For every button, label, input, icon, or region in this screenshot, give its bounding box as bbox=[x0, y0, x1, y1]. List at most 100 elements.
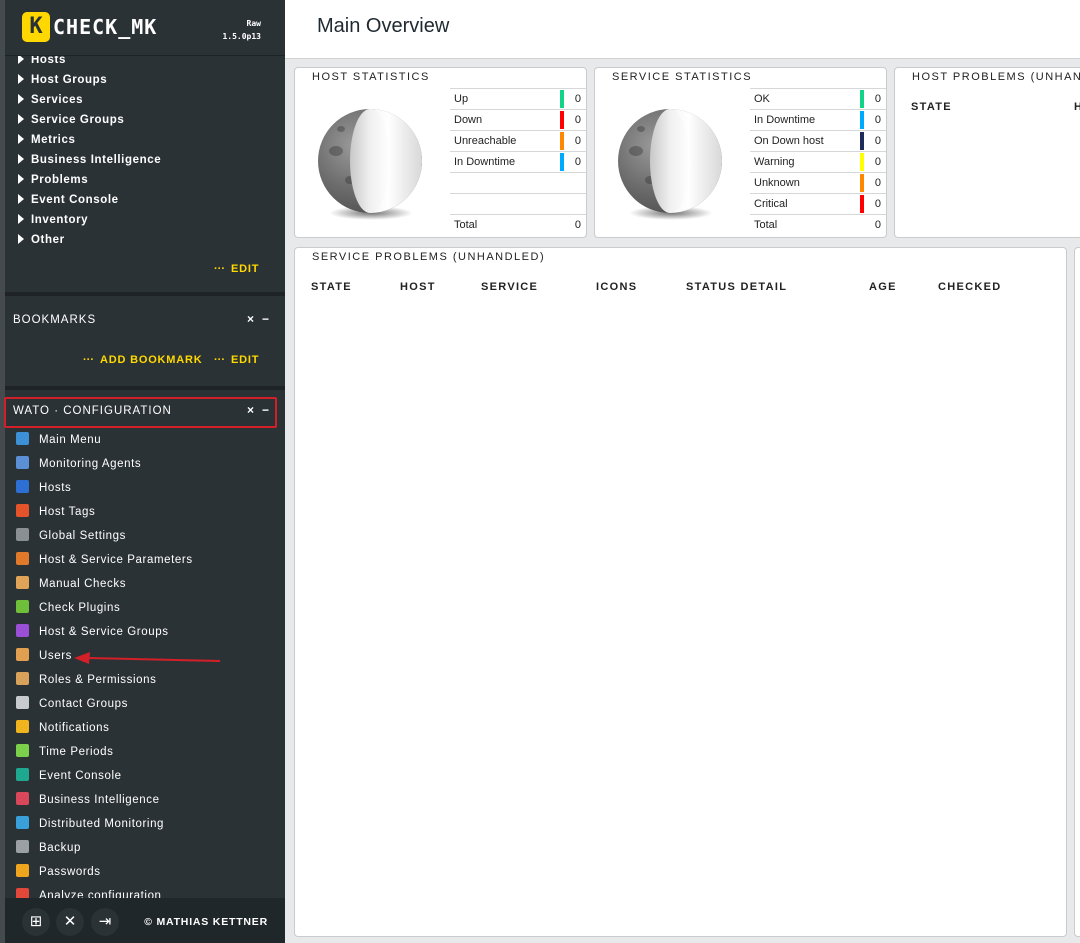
wato-item-notifications[interactable]: Notifications bbox=[16, 716, 276, 740]
view-item-service-groups[interactable]: Service Groups bbox=[18, 110, 268, 130]
triangle-right-icon bbox=[18, 194, 24, 204]
logo-text[interactable]: CHECK_MK bbox=[53, 15, 157, 39]
dashlet-title[interactable]: SERVICE STATISTICS bbox=[612, 71, 752, 83]
view-item-event-console[interactable]: Event Console bbox=[18, 190, 268, 210]
wato-item-distributed-monitoring[interactable]: Distributed Monitoring bbox=[16, 812, 276, 836]
bookmarks-title[interactable]: BOOKMARKS bbox=[13, 314, 96, 326]
wato-item-global-settings[interactable]: Global Settings bbox=[16, 524, 276, 548]
triangle-right-icon bbox=[18, 174, 24, 184]
stat-row-total[interactable]: Total 0 bbox=[450, 215, 586, 235]
logout-icon[interactable]: ⇥ bbox=[91, 908, 119, 936]
host-stats-globe[interactable] bbox=[317, 106, 423, 220]
gear-icon bbox=[16, 528, 29, 541]
view-item-problems[interactable]: Problems bbox=[18, 170, 268, 190]
wato-item-manual-checks[interactable]: Manual Checks bbox=[16, 572, 276, 596]
column-header-icons[interactable]: ICONS bbox=[596, 281, 637, 293]
view-item-inventory[interactable]: Inventory bbox=[18, 210, 268, 230]
view-label: Problems bbox=[31, 174, 89, 186]
wato-item-host-service-groups[interactable]: Host & Service Groups bbox=[16, 620, 276, 644]
wato-item-backup[interactable]: Backup bbox=[16, 836, 276, 860]
stat-label: Up bbox=[454, 93, 469, 105]
status-bar bbox=[560, 90, 564, 108]
triangle-right-icon bbox=[18, 114, 24, 124]
bookmarks-edit-link[interactable]: ··· EDIT bbox=[214, 354, 259, 366]
stat-row-critical[interactable]: Critical 0 bbox=[750, 194, 886, 215]
wato-item-contact-groups[interactable]: Contact Groups bbox=[16, 692, 276, 716]
wato-item-label: Users bbox=[39, 650, 73, 662]
wato-item-host-tags[interactable]: Host Tags bbox=[16, 500, 276, 524]
column-header-checked[interactable]: CHECKED bbox=[938, 281, 1002, 293]
stat-row-unreachable[interactable]: Unreachable 0 bbox=[450, 131, 586, 152]
wato-item-main-menu[interactable]: Main Menu bbox=[16, 428, 276, 452]
wato-item-event-console[interactable]: Event Console bbox=[16, 764, 276, 788]
stat-label: On Down host bbox=[754, 135, 824, 147]
column-header-age[interactable]: AGE bbox=[869, 281, 897, 293]
stat-row-warning[interactable]: Warning 0 bbox=[750, 152, 886, 173]
wato-item-hosts[interactable]: Hosts bbox=[16, 476, 276, 500]
view-item-metrics[interactable]: Metrics bbox=[18, 130, 268, 150]
column-header-service[interactable]: SERVICE bbox=[481, 281, 538, 293]
tools-icon[interactable]: ✕ bbox=[56, 908, 84, 936]
minimize-icon[interactable]: − bbox=[262, 312, 269, 326]
stat-label: Down bbox=[454, 114, 483, 126]
column-header-state[interactable]: STATE bbox=[311, 281, 352, 293]
snapin-divider bbox=[5, 292, 285, 296]
stat-row-ok[interactable]: OK 0 bbox=[750, 88, 886, 110]
column-header-host[interactable]: H bbox=[1074, 101, 1080, 113]
stat-row-in-downtime[interactable]: In Downtime 0 bbox=[450, 152, 586, 173]
stat-row-down[interactable]: Down 0 bbox=[450, 110, 586, 131]
dashlet-title[interactable]: HOST PROBLEMS (UNHAN bbox=[912, 71, 1080, 83]
wato-item-passwords[interactable]: Passwords bbox=[16, 860, 276, 884]
stat-count: 0 bbox=[574, 135, 581, 147]
wato-item-label: Passwords bbox=[39, 866, 101, 878]
wato-item-business-intelligence[interactable]: Business Intelligence bbox=[16, 788, 276, 812]
close-icon[interactable]: × bbox=[247, 403, 254, 417]
dashlet-title[interactable]: SERVICE PROBLEMS (UNHANDLED) bbox=[312, 251, 545, 263]
views-edit-link[interactable]: ··· EDIT bbox=[214, 263, 259, 275]
backup-tape-icon bbox=[16, 840, 29, 853]
dashlet-title[interactable]: HOST STATISTICS bbox=[312, 71, 430, 83]
bookmarks-controls: × − bbox=[239, 312, 269, 326]
wato-item-check-plugins[interactable]: Check Plugins bbox=[16, 596, 276, 620]
globe-crater bbox=[337, 126, 345, 132]
wato-item-roles-permissions[interactable]: Roles & Permissions bbox=[16, 668, 276, 692]
view-item-other[interactable]: Other bbox=[18, 230, 268, 250]
close-icon[interactable]: × bbox=[247, 312, 254, 326]
triangle-right-icon bbox=[18, 94, 24, 104]
wato-item-time-periods[interactable]: Time Periods bbox=[16, 740, 276, 764]
view-label: Event Console bbox=[31, 194, 119, 206]
stat-count: 0 bbox=[874, 177, 881, 189]
wato-item-monitoring-agents[interactable]: Monitoring Agents bbox=[16, 452, 276, 476]
stat-row-on-down-host[interactable]: On Down host 0 bbox=[750, 131, 886, 152]
stat-label: Warning bbox=[754, 156, 795, 168]
column-header-host[interactable]: HOST bbox=[400, 281, 436, 293]
stat-row-in-downtime[interactable]: In Downtime 0 bbox=[750, 110, 886, 131]
bell-icon bbox=[16, 720, 29, 733]
column-header-state[interactable]: STATE bbox=[911, 101, 952, 113]
wato-item-label: Notifications bbox=[39, 722, 110, 734]
view-item-services[interactable]: Services bbox=[18, 90, 268, 110]
checkmk-logo-icon[interactable]: K bbox=[22, 12, 50, 42]
stat-count: 0 bbox=[874, 219, 881, 231]
view-item-host-groups[interactable]: Host Groups bbox=[18, 70, 268, 90]
stat-row-up[interactable]: Up 0 bbox=[450, 88, 586, 110]
wato-item-host-service-parameters[interactable]: Host & Service Parameters bbox=[16, 548, 276, 572]
wato-title[interactable]: WATO · CONFIGURATION bbox=[13, 405, 172, 417]
minimize-icon[interactable]: − bbox=[262, 403, 269, 417]
hand-icon bbox=[16, 576, 29, 589]
stat-row-total[interactable]: Total 0 bbox=[750, 215, 886, 235]
host-stats-table: Up 0 Down 0 Unreachable 0 In Downtime 0 Tota… bbox=[450, 88, 586, 235]
view-item-business-intelligence[interactable]: Business Intelligence bbox=[18, 150, 268, 170]
copyright-link[interactable]: © MATHIAS KETTNER bbox=[144, 916, 268, 928]
add-snapin-icon[interactable]: ⊞ bbox=[22, 908, 50, 936]
user-role-icon bbox=[16, 672, 29, 685]
users-icon bbox=[16, 648, 29, 661]
stat-count: 0 bbox=[574, 114, 581, 126]
service-stats-globe[interactable] bbox=[617, 106, 723, 220]
stat-row-unknown[interactable]: Unknown 0 bbox=[750, 173, 886, 194]
status-bar bbox=[860, 195, 864, 213]
wato-item-label: Host & Service Groups bbox=[39, 626, 169, 638]
column-header-status-detail[interactable]: STATUS DETAIL bbox=[686, 281, 787, 293]
status-bar bbox=[560, 111, 564, 129]
add-bookmark-link[interactable]: ··· ADD BOOKMARK bbox=[83, 354, 202, 366]
